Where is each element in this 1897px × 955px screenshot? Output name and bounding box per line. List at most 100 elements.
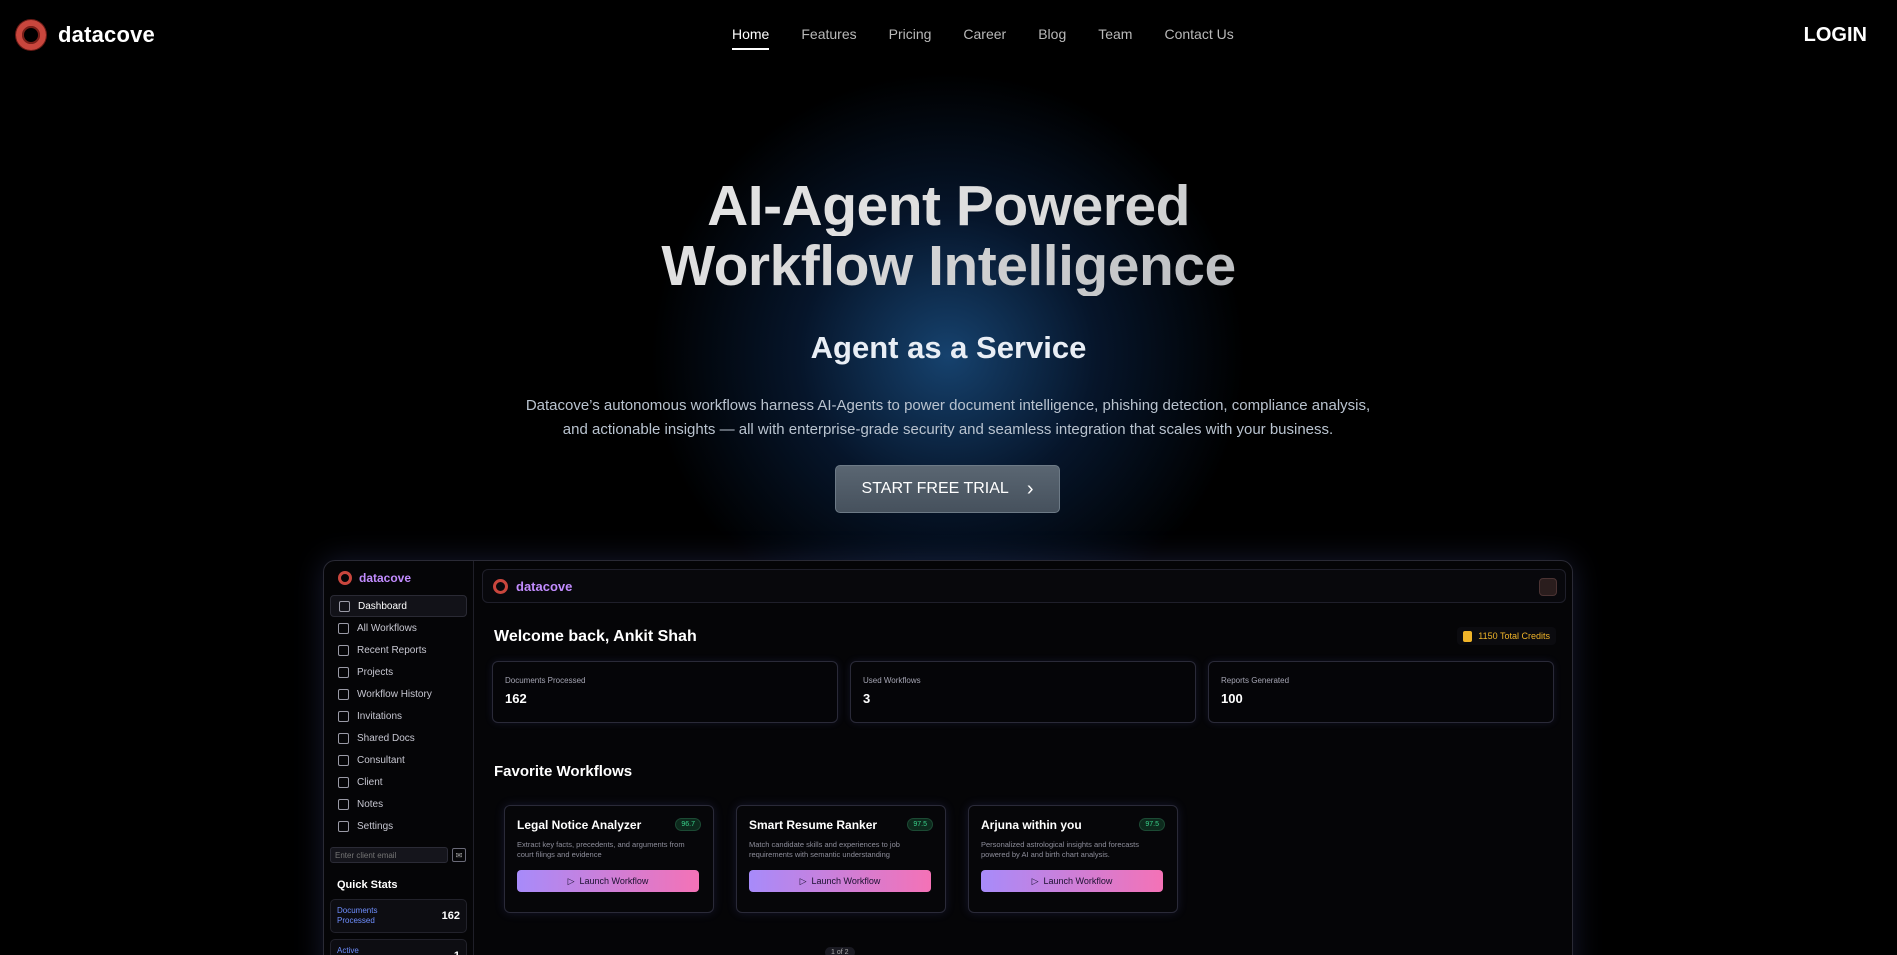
launch-label: Launch Workflow <box>811 876 881 886</box>
nav-link-home[interactable]: Home <box>732 26 770 50</box>
sidebar-item-label: Settings <box>357 820 394 832</box>
user-icon <box>338 776 349 788</box>
cta-label: START FREE TRIAL <box>861 480 1009 497</box>
report-icon <box>338 644 349 656</box>
sidebar-item-label: Dashboard <box>358 600 407 612</box>
quick-stat-value: 1 <box>454 950 460 955</box>
datacove-logo-icon <box>338 571 352 585</box>
launch-workflow-button[interactable]: ▷ Launch Workflow <box>517 870 699 892</box>
sidebar-item-label: Recent Reports <box>357 644 427 656</box>
favorite-workflows-title: Favorite Workflows <box>494 763 633 780</box>
welcome-message: Welcome back, Ankit Shah <box>494 628 697 645</box>
workflow-card: Arjuna within you 97.5 Personalized astr… <box>968 805 1178 913</box>
workflow-card: Legal Notice Analyzer 96.7 Extract key f… <box>504 805 714 913</box>
send-invite-icon[interactable]: ✉ <box>452 848 466 862</box>
sidebar-brand-name: datacove <box>359 571 412 585</box>
hero-subtitle: Agent as a Service <box>810 330 1087 365</box>
quick-stat-label: Active Workflows <box>337 946 359 955</box>
workflow-score-badge: 97.5 <box>1139 818 1165 831</box>
brand-name: datacove <box>58 22 155 47</box>
workflow-title: Smart Resume Ranker <box>749 818 878 832</box>
sidebar-item-label: Notes <box>357 798 384 810</box>
pagination-indicator[interactable]: 1 of 2 <box>825 947 855 955</box>
workflow-description: Extract key facts, precedents, and argum… <box>517 840 685 859</box>
workflow-description: Match candidate skills and experiences t… <box>749 840 900 859</box>
hero-title: AI-Agent Powered Workflow Intelligence <box>0 176 1897 296</box>
sidebar-item-shared-docs[interactable]: Shared Docs <box>330 727 467 749</box>
sidebar-item-client[interactable]: Client <box>330 771 467 793</box>
launch-workflow-button[interactable]: ▷ Launch Workflow <box>981 870 1163 892</box>
sidebar-item-all-workflows[interactable]: All Workflows <box>330 617 467 639</box>
login-button[interactable]: LOGIN <box>1804 24 1867 47</box>
quick-stat-card: Active Workflows 1 <box>330 939 467 955</box>
nav-link-career[interactable]: Career <box>963 26 1006 50</box>
start-free-trial-button[interactable]: START FREE TRIAL › <box>835 465 1060 513</box>
nav-link-features[interactable]: Features <box>801 26 856 50</box>
sidebar-item-recent-reports[interactable]: Recent Reports <box>330 639 467 661</box>
play-icon: ▷ <box>799 875 807 886</box>
workflow-score-badge: 96.7 <box>675 818 701 831</box>
sidebar-item-dashboard[interactable]: Dashboard <box>330 595 467 617</box>
sidebar-item-label: All Workflows <box>357 622 417 634</box>
sidebar-item-invitations[interactable]: Invitations <box>330 705 467 727</box>
app-main: datacove Welcome back, Ankit Shah 1150 T… <box>482 569 1566 955</box>
stat-value: 162 <box>505 691 527 706</box>
sidebar-brand[interactable]: datacove <box>338 571 467 585</box>
sidebar-item-settings[interactable]: Settings <box>330 815 467 837</box>
nav-links: Home Features Pricing Career Blog Team C… <box>732 26 1266 50</box>
credits-badge: 1150 Total Credits <box>1457 627 1556 645</box>
app-preview: datacove Dashboard All Workflows Recent … <box>323 560 1573 955</box>
launch-workflow-button[interactable]: ▷ Launch Workflow <box>749 870 931 892</box>
document-icon <box>338 622 349 634</box>
launch-label: Launch Workflow <box>1043 876 1113 886</box>
sidebar-item-label: Workflow History <box>357 688 432 700</box>
workflow-card: Smart Resume Ranker 97.5 Match candidate… <box>736 805 946 913</box>
sidebar-item-projects[interactable]: Projects <box>330 661 467 683</box>
history-icon <box>338 688 349 700</box>
sidebar-item-label: Projects <box>357 666 394 678</box>
datacove-logo-icon <box>493 578 508 594</box>
stat-value: 100 <box>1221 691 1243 706</box>
folder-icon <box>338 666 349 678</box>
workflow-score-badge: 97.5 <box>907 818 933 831</box>
sidebar-item-consultant[interactable]: Consultant <box>330 749 467 771</box>
sidebar-item-label: Client <box>357 776 383 788</box>
top-navigation: datacove Home Features Pricing Career Bl… <box>0 0 1897 72</box>
app-header: datacove <box>482 569 1566 603</box>
sidebar-item-notes[interactable]: Notes <box>330 793 467 815</box>
stat-label: Reports Generated <box>1221 676 1290 685</box>
stat-label: Documents Processed <box>505 676 586 685</box>
chevron-right-icon: › <box>1026 478 1034 500</box>
sidebar-item-workflow-history[interactable]: Workflow History <box>330 683 467 705</box>
quick-stat-card: Documents Processed 162 <box>330 899 467 933</box>
play-icon: ▷ <box>1031 875 1039 886</box>
notebook-icon <box>338 798 349 810</box>
nav-link-contact-us[interactable]: Contact Us <box>1164 26 1233 50</box>
sidebar-item-label: Invitations <box>357 710 403 722</box>
brand-logo-link[interactable]: datacove <box>16 20 155 50</box>
hero-description: Datacove’s autonomous workflows harness … <box>525 397 1371 438</box>
launch-label: Launch Workflow <box>579 876 649 886</box>
shared-docs-icon <box>338 732 349 744</box>
nav-link-pricing[interactable]: Pricing <box>889 26 932 50</box>
play-icon: ▷ <box>567 875 575 886</box>
users-icon <box>338 710 349 722</box>
document-icon[interactable] <box>1539 578 1557 596</box>
hero-title-line1: AI-Agent Powered <box>0 176 1897 236</box>
sidebar-item-label: Shared Docs <box>357 732 415 744</box>
sidebar-item-label: Consultant <box>357 754 405 766</box>
nav-link-blog[interactable]: Blog <box>1038 26 1066 50</box>
nav-link-team[interactable]: Team <box>1098 26 1132 50</box>
workflow-title: Legal Notice Analyzer <box>517 818 642 832</box>
stat-card: Documents Processed 162 <box>492 661 838 723</box>
credits-label: 1150 Total Credits <box>1478 631 1550 641</box>
grid-icon <box>339 600 350 612</box>
card-icon <box>338 754 349 766</box>
datacove-logo-icon <box>16 20 46 50</box>
quick-stat-label: Documents Processed <box>337 906 378 925</box>
client-email-input[interactable] <box>330 847 448 863</box>
workflow-description: Personalized astrological insights and f… <box>981 840 1140 859</box>
stat-value: 3 <box>863 691 871 706</box>
app-header-brand: datacove <box>516 578 573 594</box>
quick-stat-value: 162 <box>441 910 460 922</box>
